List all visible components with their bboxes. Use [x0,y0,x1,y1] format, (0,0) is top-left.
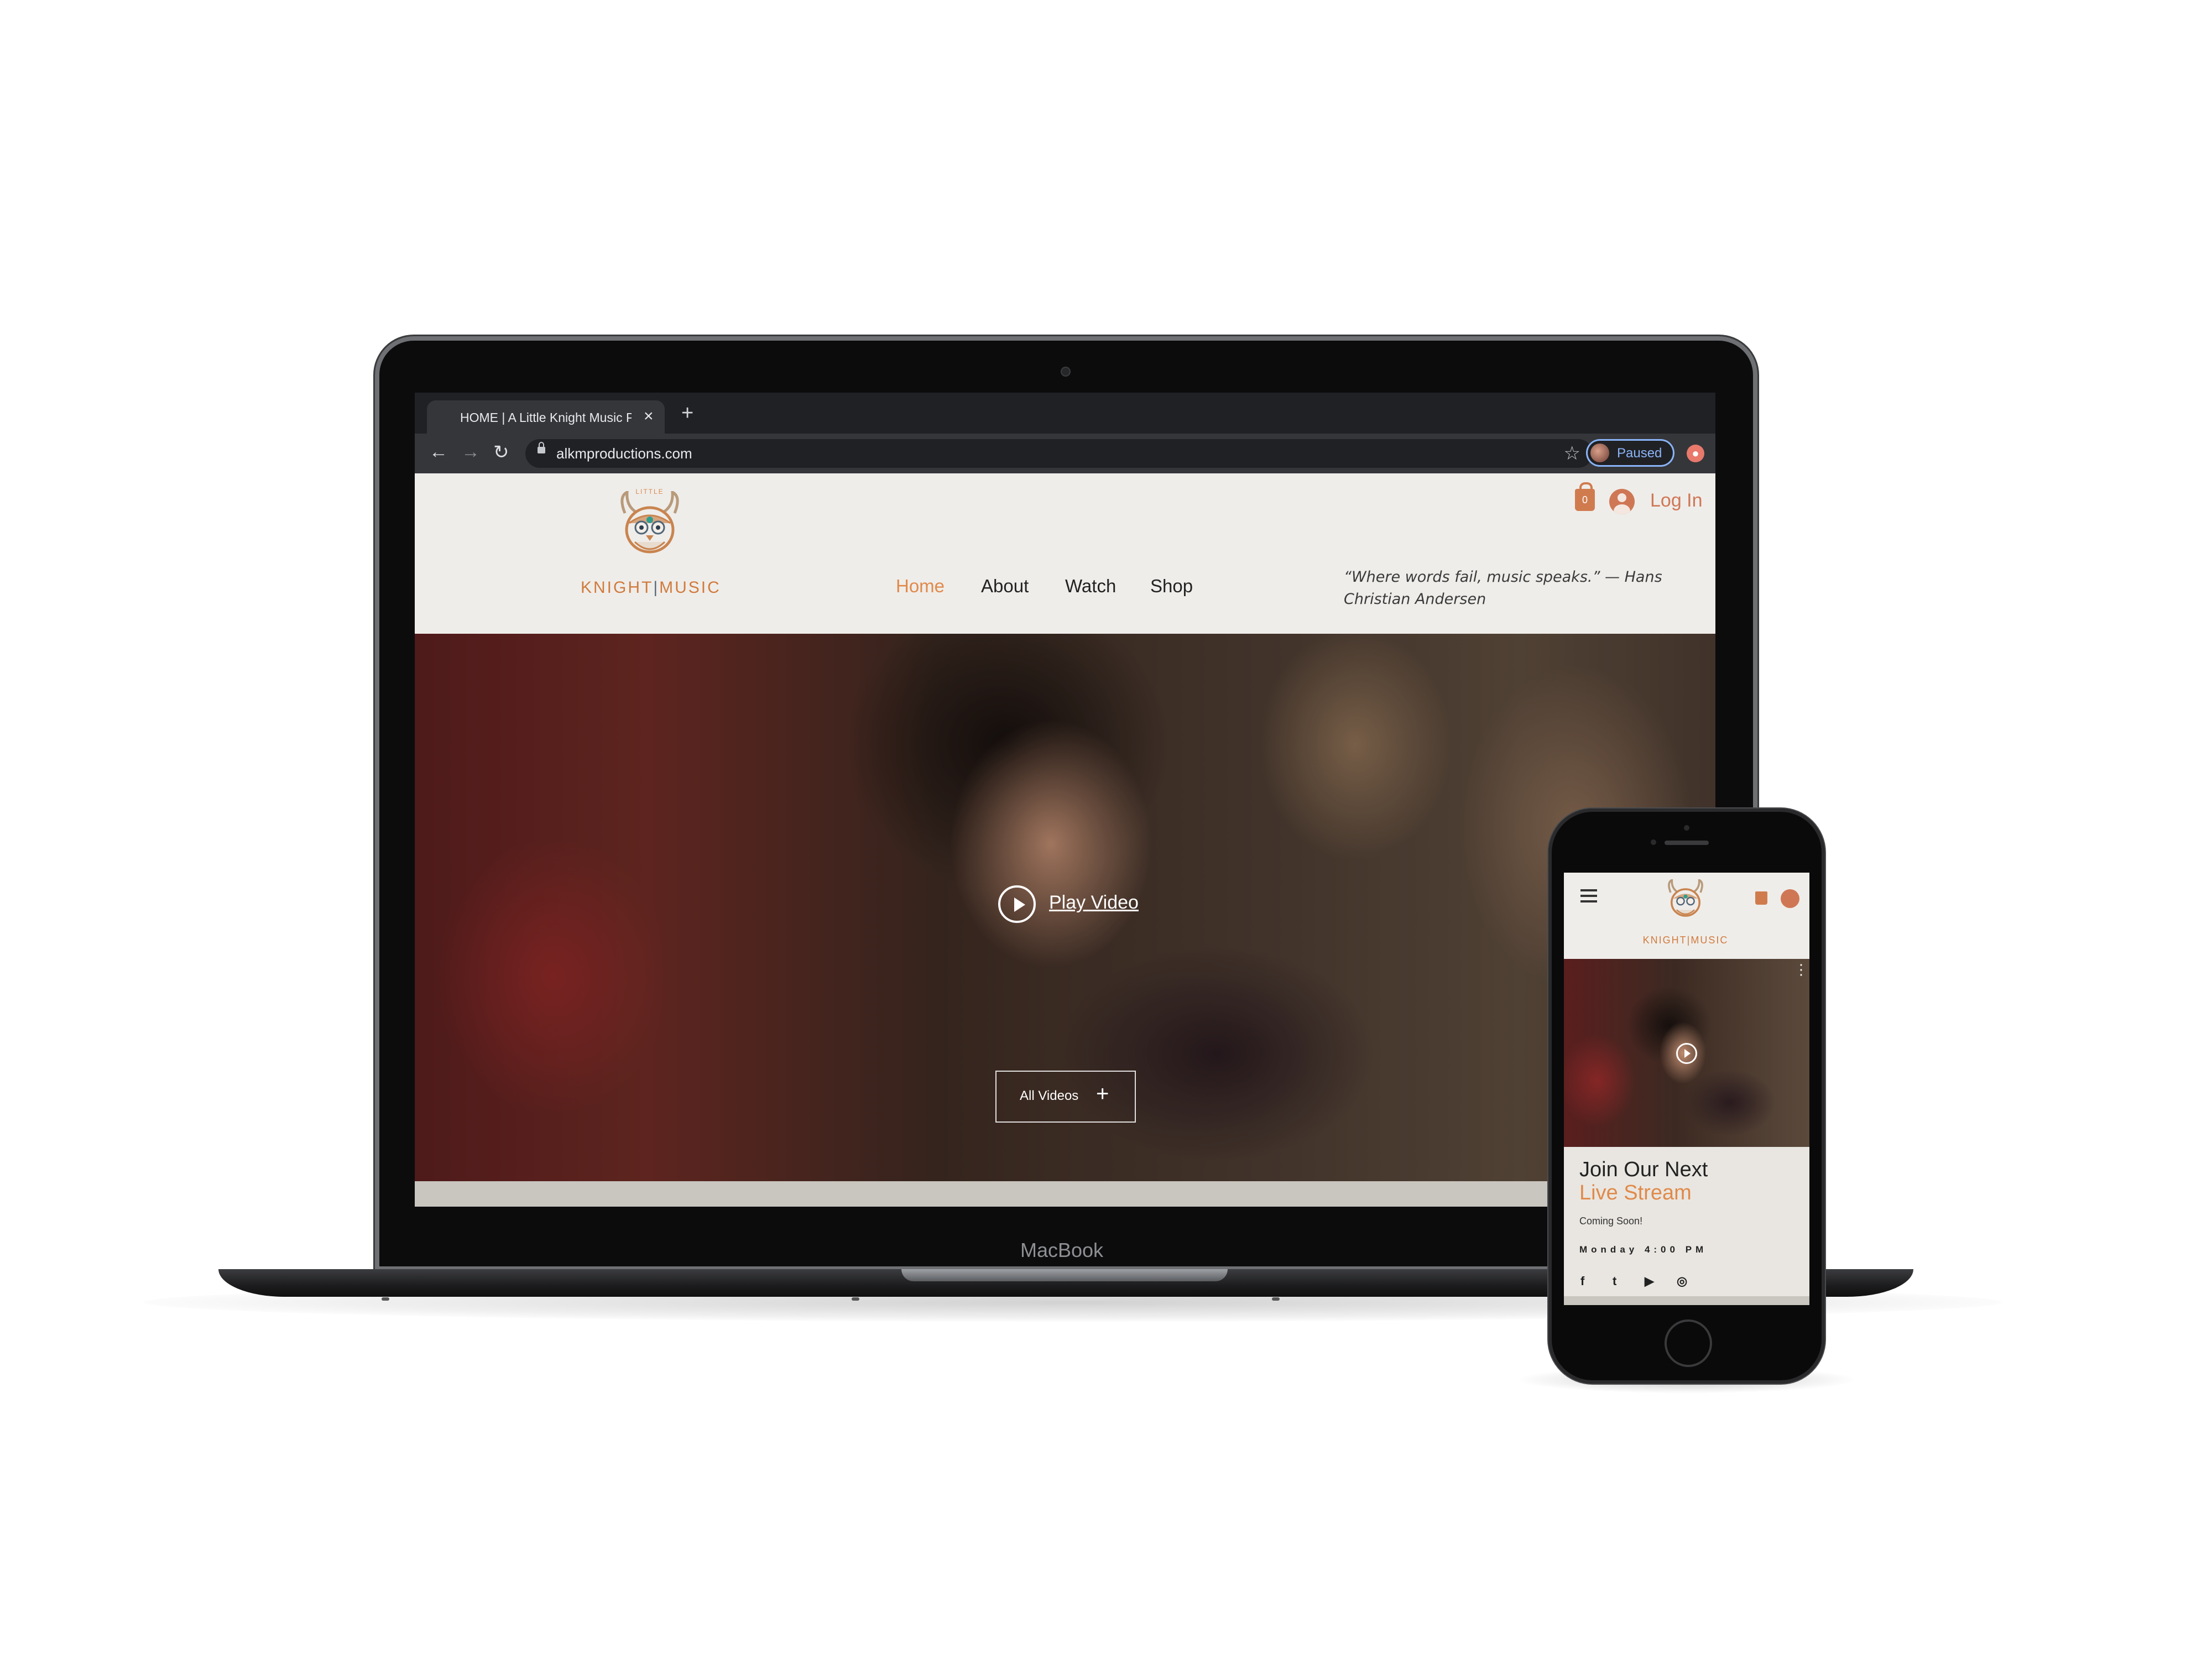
logo-wordmark: KNIGHT|MUSIC [581,578,721,597]
owl-knight-icon [1668,879,1703,917]
nav-home[interactable]: Home [896,576,945,597]
mobile-header: KNIGHT|MUSIC [1564,873,1809,959]
phone-front-camera [1684,825,1689,831]
extension-icon[interactable]: ● [1687,445,1704,462]
hero-video[interactable]: Play Video All Videos + [415,634,1715,1181]
close-tab-icon[interactable]: × [644,407,654,426]
browser-tab-strip: HOME | A Little Knight Music P × + [415,393,1715,434]
mobile-user-icon[interactable] [1781,889,1799,908]
mobile-footer-strip [1564,1296,1809,1305]
lock-icon [538,442,545,453]
new-tab-button[interactable]: + [681,403,693,424]
site-header: LITTLE KNIGHT|MUSIC Home About Watch Sho… [415,473,1715,634]
laptop-hinge-notch [901,1269,1228,1281]
mobile-hero-video[interactable]: ⋮ [1564,959,1809,1147]
owl-knight-icon [620,491,679,554]
mobile-logo-wordmark: KNIGHT|MUSIC [1642,935,1729,946]
laptop-label: MacBook [1020,1239,1104,1261]
play-video-label: Play Video [1049,892,1139,913]
all-videos-label: All Videos [1020,1088,1079,1103]
all-videos-button[interactable]: All Videos + [995,1071,1136,1123]
bookmark-star-icon[interactable]: ☆ [1564,442,1580,465]
laptop-foot [852,1297,859,1301]
nav-watch[interactable]: Watch [1065,576,1116,597]
laptop-foot [1272,1297,1280,1301]
hamburger-menu-icon[interactable] [1580,889,1597,891]
livestream-title-line1: Join Our Next [1579,1158,1708,1181]
cart-icon[interactable]: 0 [1575,482,1595,511]
back-icon[interactable]: ← [429,441,448,463]
reload-icon[interactable]: ↻ [493,441,509,463]
phone-sensor [1651,839,1656,845]
twitter-icon[interactable]: t [1613,1274,1616,1288]
more-options-icon[interactable]: ⋮ [1794,962,1808,977]
nav-shop[interactable]: Shop [1150,576,1193,597]
mobile-play-icon[interactable] [1676,1043,1697,1064]
plus-icon: + [1096,1082,1109,1106]
site-logo[interactable]: LITTLE KNIGHT|MUSIC [581,484,721,597]
cart-count: 0 [1582,494,1588,505]
avatar [1590,444,1609,462]
next-section-strip [415,1181,1715,1207]
header-quote: “Where words fail, music speaks.” — Hans… [1344,568,1662,608]
play-icon [998,885,1036,923]
mobile-cart-icon[interactable] [1755,891,1767,905]
user-account-icon[interactable] [1609,489,1635,514]
browser-tab[interactable]: HOME | A Little Knight Music P × [427,400,665,434]
phone-speaker [1665,841,1709,845]
laptop-foot [382,1297,389,1301]
facebook-icon[interactable]: f [1580,1274,1584,1288]
mobile-logo[interactable]: KNIGHT|MUSIC [1636,879,1735,951]
laptop-camera [1062,368,1070,375]
phone-home-button[interactable] [1665,1319,1712,1367]
url-text: alkmproductions.com [556,445,692,462]
youtube-icon[interactable]: ▶ [1645,1274,1654,1288]
phone-screen: KNIGHT|MUSIC ⋮ Join Our Next Live Stream… [1564,873,1809,1305]
forward-icon[interactable]: → [461,441,480,463]
nav-about[interactable]: About [981,576,1029,597]
login-link[interactable]: Log In [1650,490,1703,512]
instagram-icon[interactable]: ◎ [1677,1274,1687,1288]
tab-title: HOME | A Little Knight Music P [460,410,632,425]
laptop-screen: HOME | A Little Knight Music P × + ← → ↻… [415,393,1715,1207]
profile-paused-button[interactable]: Paused [1586,439,1674,467]
stream-time: Monday 4:00 PM [1579,1244,1708,1255]
paused-label: Paused [1617,446,1662,461]
browser-toolbar: ← → ↻ alkmproductions.com ☆ Paused ● [415,434,1715,473]
coming-soon-text: Coming Soon! [1579,1215,1643,1227]
address-bar[interactable]: alkmproductions.com ☆ [525,439,1593,468]
livestream-title-line2: Live Stream [1579,1181,1692,1204]
